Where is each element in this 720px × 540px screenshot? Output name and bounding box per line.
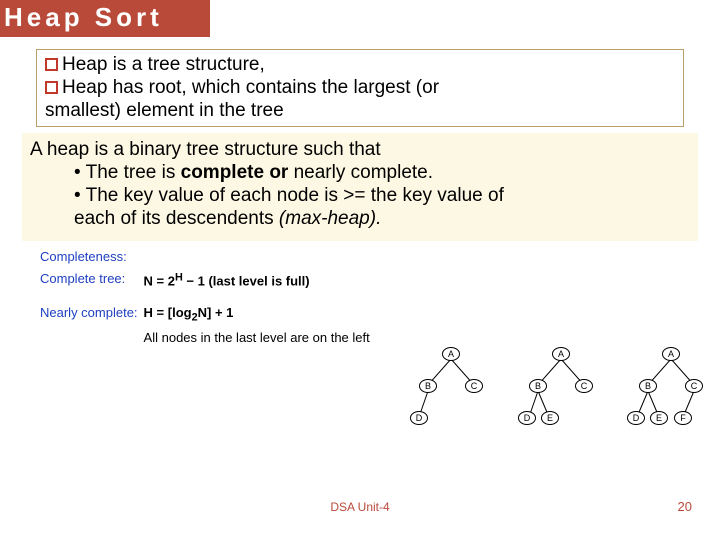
def-text: nearly complete. — [294, 162, 433, 183]
intro-line: Heap is a tree structure, — [62, 54, 265, 75]
intro-box: Heap is a tree structure, Heap has root,… — [36, 49, 684, 127]
tree-node: E — [650, 411, 668, 425]
tree-1: A B C D — [405, 345, 497, 440]
tree-node: C — [685, 379, 703, 393]
tree-node: A — [662, 347, 680, 361]
def-bold: complete — [181, 162, 264, 183]
tree-node: C — [465, 379, 483, 393]
bullet-square-icon — [45, 81, 58, 94]
tree-3: A B C D E F — [625, 345, 717, 440]
formula-text: H = [log — [144, 305, 192, 320]
tree-node: A — [442, 347, 460, 361]
intro-line: Heap has root, which contains the larges… — [62, 77, 439, 98]
tree-node: C — [575, 379, 593, 393]
tree-node: D — [410, 411, 428, 425]
tree-node: E — [541, 411, 559, 425]
formula-text: N] + 1 — [198, 305, 234, 320]
tree-node: D — [627, 411, 645, 425]
tree-node: B — [419, 379, 437, 393]
nearly-note: All nodes in the last level are on the l… — [144, 328, 374, 349]
def-intro: A heap is a binary tree structure such t… — [30, 139, 690, 162]
definition-box: A heap is a binary tree structure such t… — [22, 133, 698, 240]
completeness-defs: Completeness: Complete tree: N = 2H − 1 … — [38, 245, 702, 352]
bullet-square-icon — [45, 58, 58, 71]
tree-node: A — [552, 347, 570, 361]
formula-sup: H — [175, 271, 183, 283]
tree-node: B — [529, 379, 547, 393]
def-bold: or — [264, 162, 294, 183]
complete-tree-label: Complete tree: — [40, 269, 142, 292]
tree-node: B — [639, 379, 657, 393]
slide-title: Heap Sort — [0, 0, 210, 37]
def-italic: (max-heap). — [279, 208, 381, 229]
def-text: • The key value of each node is >= the k… — [30, 185, 690, 208]
completeness-label: Completeness: — [40, 247, 142, 268]
tree-node: D — [518, 411, 536, 425]
tree-2: A B C D E — [515, 345, 607, 440]
formula-text: − 1 (last level is full) — [183, 274, 310, 289]
nearly-complete-label: Nearly complete: — [40, 303, 142, 327]
intro-line: smallest) element in the tree — [45, 100, 284, 121]
footer-course: DSA Unit-4 — [330, 500, 389, 514]
tree-diagrams: A B C D A B C D E A B C D E F — [405, 345, 717, 440]
formula-text: N = 2 — [144, 274, 175, 289]
tree-node: F — [674, 411, 692, 425]
footer-page-number: 20 — [678, 499, 692, 514]
def-text: each of its descendents — [74, 208, 279, 229]
def-text: • The tree is — [74, 162, 181, 183]
